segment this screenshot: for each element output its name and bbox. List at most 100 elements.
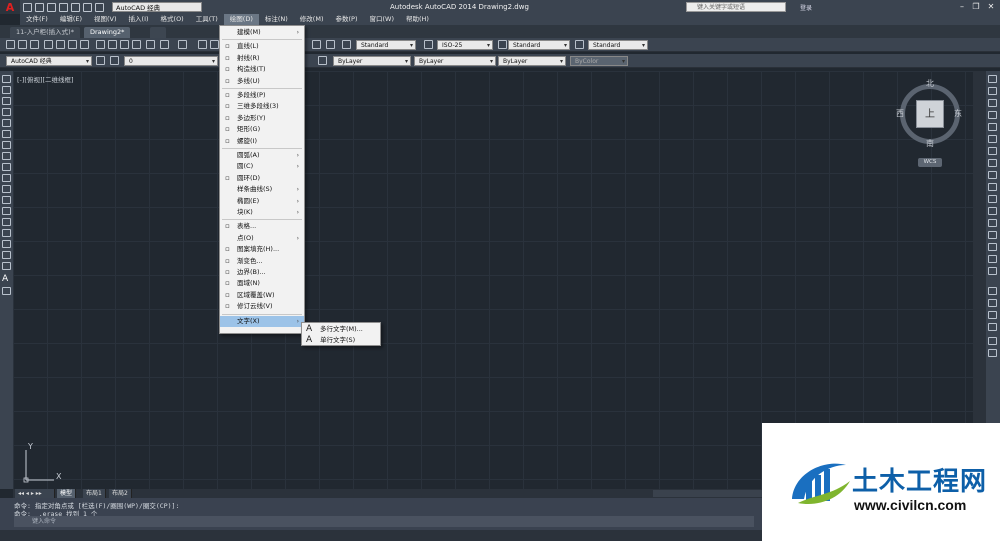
3d-print-icon[interactable] [80,40,89,49]
chamfer-icon[interactable] [988,231,997,239]
draworder-above-icon[interactable] [988,311,997,319]
paste-icon[interactable] [120,40,129,49]
menu-item[interactable]: 椭圆(E) › [220,196,304,207]
draworder-back-icon[interactable] [988,299,997,307]
block-editor-icon[interactable] [146,40,155,49]
tab-drawing-1[interactable]: 11-入户柜(插入式)* [10,27,80,38]
tab-model[interactable]: 模型 [57,489,77,498]
menu-edit[interactable]: 编辑(E) [54,14,88,25]
minimize-button[interactable]: – [956,2,968,12]
workspace-settings-icon[interactable] [96,56,105,65]
menu-insert[interactable]: 插入(I) [123,14,155,25]
menu-item-mtext[interactable]: A 多行文字(M)... [302,324,380,335]
layout-nav-buttons[interactable]: ◂◂ ◂ ▸ ▸▸ [15,489,55,498]
command-input[interactable]: 键入命令 [14,516,754,527]
menu-item[interactable]: 建模(M) › [220,27,304,38]
menu-item[interactable]: ▫ 多线(U) [220,76,304,87]
insert-block-icon[interactable] [2,196,11,204]
undo-icon[interactable] [160,40,169,49]
workspace-switcher[interactable]: AutoCAD 经典 [112,2,202,12]
print-icon[interactable] [71,2,80,12]
calculator-icon[interactable] [312,40,321,49]
viewcube[interactable]: 上 北 南 东 西 WCS [896,79,964,172]
plot-icon[interactable] [44,40,53,49]
arc-icon[interactable] [2,130,11,138]
spline-icon[interactable] [2,163,11,171]
menu-item[interactable]: 点(O) › [220,233,304,244]
menu-item[interactable]: ▫ 边界(B)... [220,267,304,278]
stretch-icon[interactable] [988,171,997,179]
draworder-icon[interactable] [988,287,997,295]
color-icon[interactable] [318,56,327,65]
explode-icon[interactable] [988,267,997,275]
mtext-icon[interactable]: A [2,275,11,284]
viewport-controls[interactable]: [-][俯视][二维线框] [17,74,74,84]
break-icon[interactable] [988,207,997,215]
save-icon[interactable] [47,2,56,12]
application-menu-button[interactable]: A [0,0,20,14]
offset-icon[interactable] [988,111,997,119]
redo-icon[interactable] [95,2,104,12]
circle-icon[interactable] [2,141,11,149]
menu-item[interactable]: ▫ 射线(R) [220,53,304,64]
wcs-menu[interactable]: WCS [918,158,942,167]
menu-help[interactable]: 帮助(H) [400,14,435,25]
mleader-style-icon[interactable] [575,40,584,49]
undo-icon[interactable] [83,2,92,12]
open-icon[interactable] [18,40,27,49]
menu-item[interactable]: 圆(C) › [220,161,304,172]
menu-item[interactable]: 圆弧(A) › [220,150,304,161]
mirror-icon[interactable] [988,99,997,107]
extend-icon[interactable] [988,195,997,203]
text-front-icon[interactable] [988,337,997,345]
menu-item[interactable]: ▫ 圆环(D) [220,173,304,184]
zoom-icon[interactable] [210,40,219,49]
mleader-style-select[interactable]: Standard [588,40,648,51]
menu-item[interactable]: ▫ 表格... [220,221,304,232]
hatch-back-icon[interactable] [988,349,997,357]
menu-file[interactable]: 文件(F) [20,14,54,25]
table-style-select[interactable]: Standard [508,40,570,51]
menu-item[interactable]: ▫ 三维多段线(3) [220,101,304,112]
fillet-icon[interactable] [988,243,997,251]
menu-draw[interactable]: 绘图(D) [223,14,259,25]
compass-east[interactable]: 东 [954,108,962,119]
compass-west[interactable]: 西 [896,108,904,119]
rotate-icon[interactable] [988,147,997,155]
cut-icon[interactable] [96,40,105,49]
table-style-icon[interactable] [498,40,507,49]
cube-top-face[interactable]: 上 [916,100,944,128]
layer-manager-icon[interactable] [110,56,119,65]
menu-item[interactable]: 样条曲线(S) › [220,184,304,195]
trim-icon[interactable] [988,183,997,191]
menu-tools[interactable]: 工具(T) [190,14,224,25]
menu-item[interactable]: 文字(X) › [220,315,304,327]
text-style-select[interactable]: Standard [356,40,416,51]
dim-style-select[interactable]: ISO-25 [437,40,493,51]
ellipse-icon[interactable] [2,174,11,182]
scale-icon[interactable] [988,159,997,167]
match-properties-icon[interactable] [132,40,141,49]
rectangle-icon[interactable] [2,119,11,127]
line-icon[interactable] [2,75,11,83]
region-icon[interactable] [2,251,11,259]
compass-north[interactable]: 北 [926,78,934,89]
close-button[interactable]: ✕ [985,2,997,12]
polygon-icon[interactable] [2,108,11,116]
menu-item[interactable]: ▫ 图案填充(H)... [220,244,304,255]
polyline-icon[interactable] [2,97,11,105]
menu-dimension[interactable]: 标注(N) [259,14,294,25]
menu-format[interactable]: 格式(O) [155,14,190,25]
ellipse-arc-icon[interactable] [2,185,11,193]
draworder-under-icon[interactable] [988,323,997,331]
login-link[interactable]: 登录 [800,3,812,12]
open-icon[interactable] [35,2,44,12]
point-icon[interactable] [2,218,11,226]
compass-south[interactable]: 南 [926,138,934,149]
layer-select[interactable]: 0 [124,56,218,67]
lineweight-select[interactable]: ByLayer [498,56,566,67]
copy-icon[interactable] [108,40,117,49]
text-style-icon[interactable] [342,40,351,49]
workspace-select[interactable]: AutoCAD 经典 [6,56,92,67]
make-block-icon[interactable] [2,207,11,215]
